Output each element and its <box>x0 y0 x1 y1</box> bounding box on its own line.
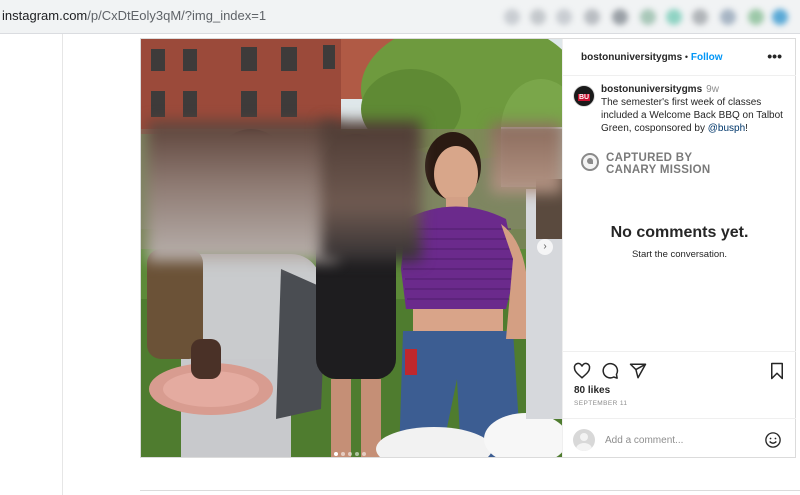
caption-mention[interactable]: @busph <box>708 123 745 134</box>
caption-end: ! <box>745 123 748 134</box>
no-comments-title: No comments yet. <box>610 224 749 241</box>
browser-address-bar[interactable]: instagram.com/p/CxDtEoly3qM/?img_index=1 <box>0 0 800 34</box>
caption-username[interactable]: bostonuniversitygms <box>601 84 702 95</box>
post-caption: BU bostonuniversitygms 9w The semester's … <box>573 83 788 143</box>
carousel-dots <box>334 443 369 457</box>
add-comment-input[interactable] <box>605 431 755 449</box>
separator-dot: • <box>684 52 689 62</box>
emoji-icon[interactable] <box>764 431 782 449</box>
post-header-line: bostonuniversitygms • Follow <box>581 52 723 63</box>
add-comment-bar <box>563 418 796 459</box>
likes-count[interactable]: 80 likes <box>574 385 610 396</box>
url-path: /p/CxDtEoly3qM/?img_index=1 <box>87 8 267 23</box>
caption-body: The semester's first week of classes inc… <box>601 97 783 134</box>
face-blur-middle <box>321 121 421 261</box>
post-author-username[interactable]: bostonuniversitygms <box>581 52 682 63</box>
left-nav-divider <box>62 34 63 495</box>
follow-button[interactable]: Follow <box>691 52 723 63</box>
carousel-dot <box>355 452 359 456</box>
face-blur-right <box>491 123 562 193</box>
watermark-line2: CANARY MISSION <box>606 164 711 176</box>
carousel-dot <box>334 452 338 456</box>
carousel-next-button[interactable]: › <box>537 239 553 255</box>
watermark-text: CAPTURED BY CANARY MISSION <box>606 152 711 176</box>
bookmark-icon[interactable] <box>768 362 786 380</box>
post-date[interactable]: SEPTEMBER 11 <box>574 400 627 407</box>
watermark-line1: CAPTURED BY <box>606 152 693 164</box>
caption-time[interactable]: 9w <box>706 84 719 95</box>
share-icon[interactable] <box>629 362 647 380</box>
post-actions: 80 likes SEPTEMBER 11 <box>563 351 796 458</box>
post-side-panel: bostonuniversitygms • Follow ••• BU bost… <box>562 39 796 457</box>
url-text[interactable]: instagram.com/p/CxDtEoly3qM/?img_index=1 <box>2 8 266 23</box>
avatar-badge: BU <box>578 94 591 101</box>
comment-icon[interactable] <box>601 362 619 380</box>
post-header: bostonuniversitygms • Follow ••• <box>563 39 796 76</box>
author-avatar[interactable]: BU <box>573 85 595 107</box>
current-user-avatar <box>573 429 595 451</box>
post-photo[interactable]: › <box>141 39 562 457</box>
canary-logo-icon <box>581 153 599 171</box>
no-comments-subtitle: Start the conversation. <box>631 249 728 260</box>
carousel-dot <box>348 452 352 456</box>
instagram-post: › bostonuniversitygms • Follow ••• BU bo… <box>140 38 796 458</box>
page-divider <box>140 490 800 491</box>
browser-toolbar-icons <box>500 6 796 28</box>
heart-icon[interactable] <box>573 362 591 380</box>
caption-text: bostonuniversitygms 9w The semester's fir… <box>601 83 786 135</box>
face-blur-left <box>147 121 337 261</box>
canary-mission-watermark: CAPTURED BY CANARY MISSION <box>581 151 781 181</box>
more-icon[interactable]: ••• <box>767 48 782 64</box>
carousel-dot <box>341 452 345 456</box>
carousel-dot <box>362 452 366 456</box>
url-host: instagram.com <box>2 8 88 23</box>
